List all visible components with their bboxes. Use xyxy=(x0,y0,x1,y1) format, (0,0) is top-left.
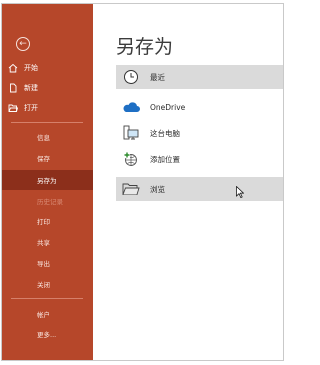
nav-item-info[interactable]: 信息 xyxy=(2,128,93,146)
nav-item-history: 历史记录 xyxy=(2,192,93,210)
location-label: OneDrive xyxy=(150,102,186,112)
nav-label: 打开 xyxy=(24,104,38,112)
nav-item-save[interactable]: 保存 xyxy=(2,149,93,167)
nav-item-save-as[interactable]: 另存为 xyxy=(2,170,93,190)
nav-item-export[interactable]: 导出 xyxy=(2,254,93,272)
location-label: 这台电脑 xyxy=(150,128,180,138)
nav-label: 历史记录 xyxy=(37,198,63,206)
folder-icon xyxy=(122,181,140,197)
location-label: 浏览 xyxy=(150,184,165,194)
computer-icon xyxy=(122,125,140,141)
nav-item-account[interactable]: 帐户 xyxy=(2,305,93,323)
location-label: 添加位置 xyxy=(150,154,180,164)
nav-label: 导出 xyxy=(37,260,50,268)
location-label: 最近 xyxy=(150,72,165,82)
location-this-pc[interactable]: 这台电脑 xyxy=(116,121,283,145)
mouse-pointer-icon xyxy=(236,186,244,198)
globe-add-icon xyxy=(122,151,140,167)
nav-item-print[interactable]: 打印 xyxy=(2,212,93,230)
nav-label: 新建 xyxy=(24,84,38,92)
location-add-place[interactable]: 添加位置 xyxy=(116,147,283,171)
nav-label: 另存为 xyxy=(37,177,57,185)
back-arrow-icon[interactable]: ← xyxy=(16,37,30,51)
nav-label: 保存 xyxy=(37,155,50,163)
nav-item-more[interactable]: 更多... xyxy=(2,325,93,343)
new-document-icon xyxy=(8,83,18,93)
nav-divider xyxy=(11,122,83,123)
location-browse[interactable]: 浏览 xyxy=(116,177,283,201)
nav-item-share[interactable]: 共享 xyxy=(2,233,93,251)
cloud-icon xyxy=(122,99,140,115)
page-title: 另存为 xyxy=(116,36,174,58)
nav-label: 信息 xyxy=(37,134,50,142)
nav-label: 共享 xyxy=(37,239,50,247)
location-recent[interactable]: 最近 xyxy=(116,65,283,89)
nav-label: 打印 xyxy=(37,218,50,226)
nav-item-home[interactable]: 开始 xyxy=(2,59,93,77)
home-icon xyxy=(8,63,18,73)
nav-divider xyxy=(11,298,83,299)
backstage-nav: ← 开始 新建 打开 信息 保存 另存为 历史记录 打印 共享 导出 关闭 帐户… xyxy=(2,4,93,360)
save-as-pane: 另存为 最近 OneDrive 这台电脑 添加位置 浏览 xyxy=(93,4,283,360)
nav-label: 关闭 xyxy=(37,281,50,289)
nav-label: 更多... xyxy=(37,331,57,339)
location-onedrive[interactable]: OneDrive xyxy=(116,95,283,119)
nav-item-close[interactable]: 关闭 xyxy=(2,275,93,293)
open-folder-icon xyxy=(8,103,18,113)
nav-item-new[interactable]: 新建 xyxy=(2,79,93,97)
clock-icon xyxy=(122,69,140,85)
nav-item-open[interactable]: 打开 xyxy=(2,99,93,117)
backstage-window: ← 开始 新建 打开 信息 保存 另存为 历史记录 打印 共享 导出 关闭 帐户… xyxy=(1,3,284,361)
nav-label: 帐户 xyxy=(37,311,50,319)
nav-label: 开始 xyxy=(24,64,38,72)
